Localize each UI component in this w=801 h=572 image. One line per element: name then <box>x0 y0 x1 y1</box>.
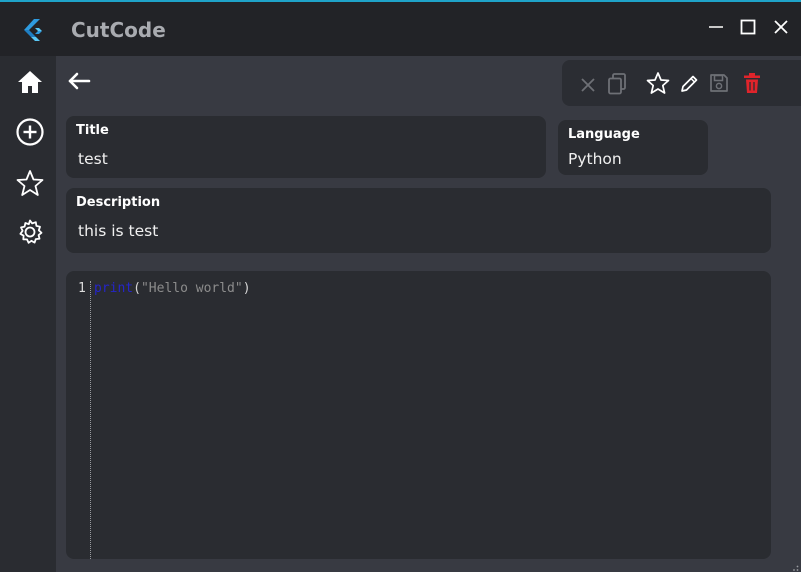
title-field[interactable]: Title test <box>66 116 546 178</box>
window-close-icon[interactable] <box>769 15 793 39</box>
home-icon[interactable] <box>14 66 46 98</box>
title-label: Title <box>76 123 109 138</box>
code-paren-close: ) <box>242 281 251 296</box>
description-value[interactable]: this is test <box>78 222 158 240</box>
code-string: "Hello world" <box>140 281 243 296</box>
cutcode-logo-icon <box>20 17 46 43</box>
title-value[interactable]: test <box>78 150 108 168</box>
title-bar: CutCode <box>0 2 801 56</box>
save-icon[interactable] <box>707 71 731 95</box>
code-line[interactable]: print("Hello world") <box>94 281 251 296</box>
copy-icon[interactable] <box>605 72 629 96</box>
star-icon[interactable] <box>14 167 46 199</box>
resize-grip-icon[interactable] <box>789 560 799 571</box>
add-circle-icon[interactable] <box>14 116 46 148</box>
maximize-icon[interactable] <box>736 15 760 39</box>
app-window: CutCode Title test Language Python Descr… <box>0 0 801 572</box>
code-paren-open: ( <box>133 281 141 296</box>
favorite-star-icon[interactable] <box>646 71 670 95</box>
description-field[interactable]: Description this is test <box>66 188 771 253</box>
minimize-icon[interactable] <box>704 15 728 39</box>
code-editor[interactable]: 1 print("Hello world") <box>66 271 771 559</box>
edit-icon[interactable] <box>677 72 701 96</box>
close-icon[interactable] <box>576 73 600 97</box>
line-number: 1 <box>78 281 86 296</box>
language-selector[interactable]: Language Python <box>558 120 708 175</box>
back-arrow-icon[interactable] <box>66 68 92 94</box>
gear-icon[interactable] <box>14 216 46 248</box>
gutter-divider <box>90 281 91 559</box>
snippet-toolbar <box>562 60 801 106</box>
code-keyword: print <box>94 281 134 296</box>
app-title: CutCode <box>71 18 166 42</box>
language-label: Language <box>568 127 640 142</box>
description-label: Description <box>76 195 161 210</box>
language-value[interactable]: Python <box>568 150 622 168</box>
sidebar <box>0 56 56 572</box>
trash-icon[interactable] <box>740 71 764 95</box>
